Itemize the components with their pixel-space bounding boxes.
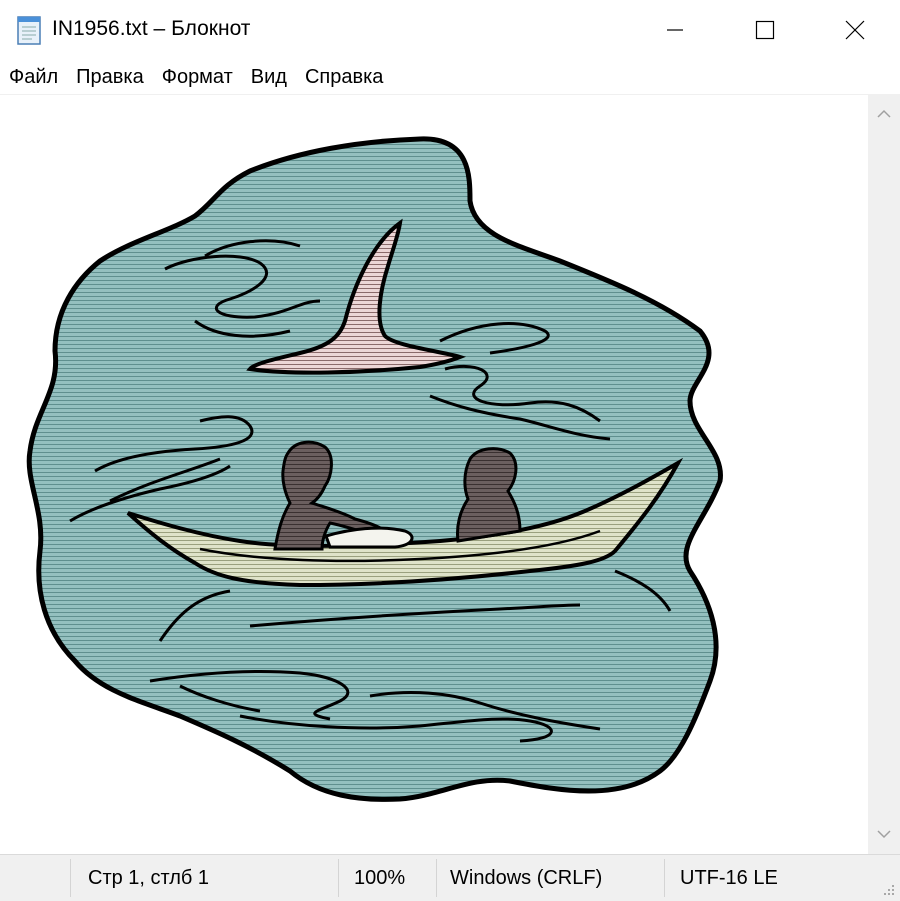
- scroll-up-button[interactable]: [868, 98, 900, 130]
- vertical-scrollbar[interactable]: [868, 94, 900, 854]
- close-button[interactable]: [810, 0, 900, 60]
- rowing-person-back: [456, 447, 522, 543]
- text-editor-area[interactable]: [0, 94, 868, 855]
- zoom-level: 100%: [354, 867, 406, 889]
- minimize-icon: [667, 29, 683, 31]
- status-divider: [338, 859, 339, 897]
- window-title: IN1956.txt – Блокнот: [52, 17, 251, 40]
- chevron-down-icon: [877, 830, 891, 839]
- resize-grip-icon[interactable]: [880, 881, 896, 897]
- cursor-position: Стр 1, стлб 1: [88, 867, 210, 889]
- menu-help[interactable]: Справка: [296, 60, 392, 94]
- ascii-art-picture: [26, 136, 723, 802]
- menu-bar: Файл Правка Формат Вид Справка: [0, 60, 900, 94]
- status-divider: [664, 859, 665, 897]
- menu-edit[interactable]: Правка: [67, 60, 153, 94]
- notepad-icon: [14, 14, 44, 46]
- scroll-down-button[interactable]: [868, 818, 900, 850]
- chevron-up-icon: [877, 109, 891, 118]
- title-bar[interactable]: IN1956.txt – Блокнот: [0, 0, 900, 60]
- status-bar: Стр 1, стлб 1 100% Windows (CRLF) UTF-16…: [0, 854, 900, 901]
- minimize-button[interactable]: [630, 0, 720, 60]
- menu-view[interactable]: Вид: [242, 60, 296, 94]
- line-ending-type: Windows (CRLF): [450, 867, 603, 889]
- close-icon: [845, 20, 865, 40]
- status-divider: [70, 859, 71, 897]
- maximize-button[interactable]: [720, 0, 810, 60]
- encoding-type: UTF-16 LE: [680, 867, 778, 889]
- menu-format[interactable]: Формат: [153, 60, 242, 94]
- menu-file[interactable]: Файл: [0, 60, 67, 94]
- status-divider: [436, 859, 437, 897]
- maximize-icon: [755, 20, 775, 40]
- water-shape: [26, 136, 723, 802]
